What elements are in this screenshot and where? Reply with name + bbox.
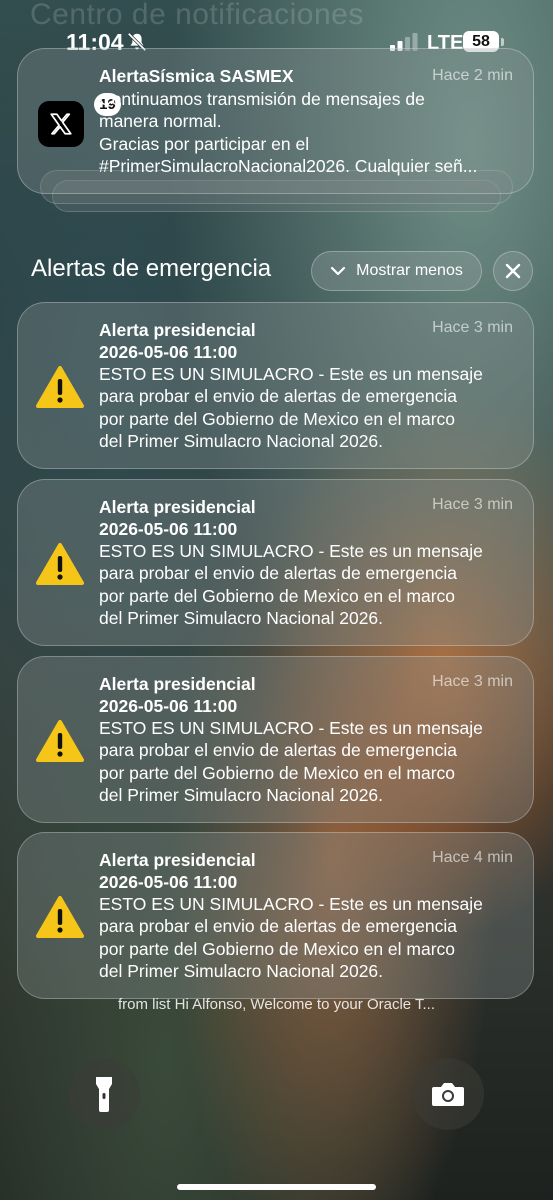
home-indicator[interactable] [177,1184,376,1190]
warning-triangle-icon [36,720,84,762]
alert-time: Hace 4 min [432,849,513,866]
emergency-alert-card[interactable]: Alerta presidencial 2026-05-06 11:00 Hac… [17,832,534,999]
alert-body: ESTO ES UN SIMULACRO - Este es un mensaj… [99,540,519,629]
camera-button[interactable] [412,1058,484,1130]
emergency-alert-card[interactable]: Alerta presidencial 2026-05-06 11:00 Hac… [17,479,534,646]
body-line: ESTO ES UN SIMULACRO - Este es un mensaj… [99,718,483,738]
alert-title-block: Alerta presidencial 2026-05-06 11:00 [99,319,256,364]
alert-title: Alerta presidencial [99,674,256,694]
body-line: Continuamos transmisión de mensajes de [99,89,425,109]
section-title: Alertas de emergencia [31,255,272,282]
alert-title: Alerta presidencial [99,850,256,870]
alert-title-block: Alerta presidencial 2026-05-06 11:00 [99,496,256,541]
alert-title: Alerta presidencial [99,497,256,517]
body-line: ESTO ES UN SIMULACRO - Este es un mensaj… [99,364,483,384]
alert-body: ESTO ES UN SIMULACRO - Este es un mensaj… [99,893,519,982]
alert-date: 2026-05-06 11:00 [99,342,238,363]
body-line: para probar el envio de alertas de emerg… [99,386,457,407]
body-line: Gracias por participar en el [99,133,310,154]
x-app-icon: 19 [38,93,121,147]
body-line: del Primer Simulacro Nacional 2026. [99,784,384,805]
close-icon [505,263,521,279]
alert-title: Alerta presidencial [99,320,256,340]
body-line: ESTO ES UN SIMULACRO - Este es un mensaj… [99,894,483,914]
flashlight-icon [96,1077,112,1112]
body-line: manera normal. [99,111,222,132]
x-notification-card[interactable]: 19 AlertaSísmica SASMEX Hace 2 min Conti… [17,48,534,194]
emergency-alert-card[interactable]: Alerta presidencial 2026-05-06 11:00 Hac… [17,656,534,823]
show-less-button[interactable]: Mostrar menos [311,251,482,291]
notification-body: Continuamos transmisión de mensajes de m… [99,88,519,177]
body-line: para probar el envio de alertas de emerg… [99,563,457,584]
warning-triangle-icon [36,543,84,585]
alert-title-block: Alerta presidencial 2026-05-06 11:00 [99,673,256,718]
body-line: por parte del Gobierno de Mexico en el m… [99,408,456,429]
chevron-down-icon [331,266,346,276]
warning-triangle-icon [36,366,84,408]
alert-time: Hace 3 min [432,496,513,513]
body-line: del Primer Simulacro Nacional 2026. [99,607,384,628]
warning-triangle-icon [36,896,84,938]
emergency-alert-card[interactable]: Alerta presidencial 2026-05-06 11:00 Hac… [17,302,534,469]
body-line: del Primer Simulacro Nacional 2026. [99,430,384,451]
notification-title: AlertaSísmica SASMEX [99,66,294,86]
show-less-label: Mostrar menos [356,262,463,279]
alert-time: Hace 3 min [432,319,513,336]
body-line: por parte del Gobierno de Mexico en el m… [99,585,456,606]
body-line: para probar el envio de alertas de emerg… [99,916,457,937]
alert-body: ESTO ES UN SIMULACRO - Este es un mensaj… [99,363,519,452]
body-line: para probar el envio de alertas de emerg… [99,740,457,761]
peek-notification-text[interactable]: from list Hi Alfonso, Welcome to your Or… [0,996,553,1013]
alert-title-block: Alerta presidencial 2026-05-06 11:00 [99,849,256,894]
alert-body: ESTO ES UN SIMULACRO - Este es un mensaj… [99,717,519,806]
alert-date: 2026-05-06 11:00 [99,872,238,893]
x-logo-icon [50,113,72,135]
battery-nub [501,38,504,46]
body-line: del Primer Simulacro Nacional 2026. [99,960,384,981]
body-line: por parte del Gobierno de Mexico en el m… [99,938,456,959]
clear-section-button[interactable] [493,251,533,291]
body-line: ESTO ES UN SIMULACRO - Este es un mensaj… [99,541,483,561]
alert-time: Hace 3 min [432,673,513,690]
body-line: #PrimerSimulacroNacional2026. Cualquier … [99,155,478,176]
alert-date: 2026-05-06 11:00 [99,696,238,717]
flashlight-button[interactable] [68,1058,140,1130]
alert-date: 2026-05-06 11:00 [99,519,238,540]
notification-time: Hace 2 min [432,67,513,84]
body-line: por parte del Gobierno de Mexico en el m… [99,762,456,783]
camera-icon [432,1083,464,1106]
